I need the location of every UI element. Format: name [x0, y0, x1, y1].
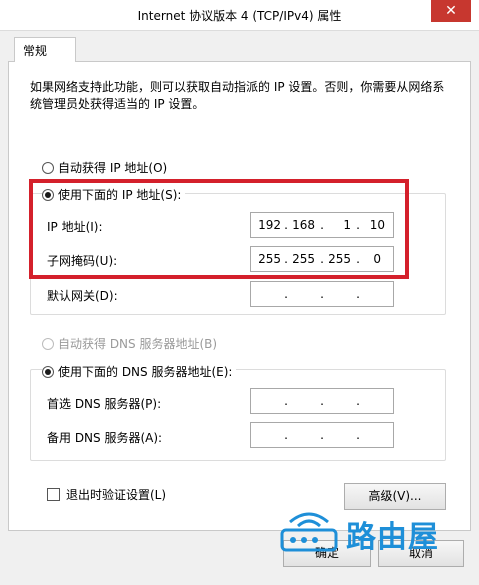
- close-icon: ✕: [445, 3, 457, 19]
- title-bar: Internet 协议版本 4 (TCP/IPv4) 属性 ✕: [0, 0, 479, 31]
- watermark-text: 路由屋: [346, 520, 439, 555]
- radio-auto-dns[interactable]: 自动获得 DNS 服务器地址(B): [42, 335, 217, 352]
- alternate-dns-input[interactable]: . . .: [250, 422, 394, 448]
- window-title: Internet 协议版本 4 (TCP/IPv4) 属性: [137, 9, 342, 23]
- radio-manual-dns-label: 使用下面的 DNS 服务器地址(E):: [58, 365, 233, 379]
- alternate-dns-label: 备用 DNS 服务器(A):: [47, 431, 163, 445]
- radio-manual-dns[interactable]: 使用下面的 DNS 服务器地址(E):: [42, 363, 237, 380]
- radio-auto-ip-label: 自动获得 IP 地址(O): [58, 161, 168, 175]
- radio-auto-dns-label: 自动获得 DNS 服务器地址(B): [58, 337, 218, 351]
- highlight-box: [29, 179, 409, 279]
- description-text: 如果网络支持此功能，则可以获取自动指派的 IP 设置。否则，你需要从网络系统管理…: [30, 80, 445, 111]
- radio-auto-ip[interactable]: 自动获得 IP 地址(O): [42, 159, 167, 176]
- preferred-dns-input[interactable]: . . .: [250, 388, 394, 414]
- validate-settings-label: 退出时验证设置(L): [66, 488, 167, 502]
- default-gateway-label: 默认网关(D):: [47, 289, 118, 303]
- watermark: 路由屋: [276, 500, 446, 562]
- preferred-dns-label: 首选 DNS 服务器(P):: [47, 397, 162, 411]
- radio-indicator-selected: [42, 365, 54, 378]
- validate-settings-checkbox[interactable]: 退出时验证设置(L): [47, 486, 166, 503]
- tab-general[interactable]: 常规: [14, 37, 76, 62]
- close-button[interactable]: ✕: [431, 0, 471, 22]
- router-icon: [280, 512, 338, 552]
- default-gateway-input[interactable]: . . .: [250, 281, 394, 307]
- radio-indicator: [42, 337, 54, 350]
- checkbox-box: [47, 488, 60, 501]
- radio-indicator: [42, 161, 54, 174]
